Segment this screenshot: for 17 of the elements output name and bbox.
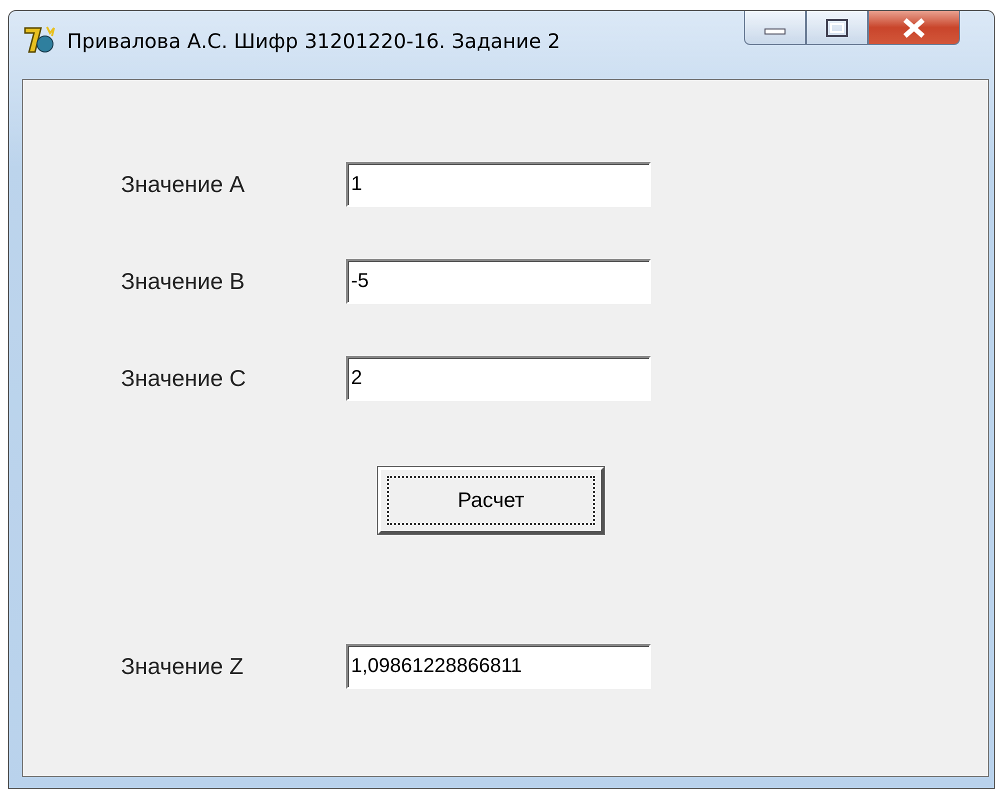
app-icon	[23, 25, 57, 55]
maximize-button[interactable]	[806, 11, 868, 45]
field-label: Значение B	[121, 268, 246, 295]
field-label: Значение Z	[121, 653, 244, 680]
input-field[interactable]: -5	[346, 259, 651, 304]
result-field[interactable]: 1,09861228866811	[346, 644, 651, 689]
input-field[interactable]: 1	[346, 162, 651, 207]
minimize-button[interactable]	[744, 11, 806, 45]
close-icon	[901, 16, 927, 38]
calculate-button[interactable]: Расчет	[378, 467, 604, 534]
maximize-icon	[826, 18, 848, 36]
field-label: Значение A	[121, 171, 246, 198]
window-title: Привалова А.С. Шифр 31201220-16. Задание 2	[67, 29, 560, 53]
minimize-icon	[764, 28, 786, 35]
input-field[interactable]: 2	[346, 356, 651, 401]
close-button[interactable]	[868, 11, 960, 45]
field-label: Значение C	[121, 365, 247, 392]
